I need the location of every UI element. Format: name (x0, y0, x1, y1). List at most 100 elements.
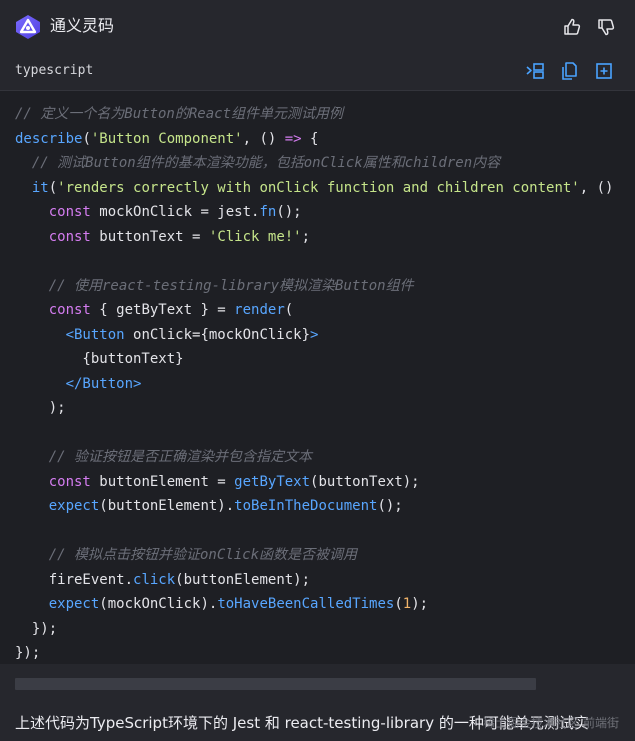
thumbs-down-icon[interactable] (596, 17, 616, 37)
code-line: </Button> (15, 372, 620, 397)
code-line: const mockOnClick = jest.fn(); (15, 200, 620, 225)
watermark: 稀土掘金技术社区 前端街 (483, 716, 619, 730)
code-token: ); (15, 400, 66, 416)
code-line: it('renders correctly with onClick funct… (15, 176, 620, 201)
code-token: 'renders correctly with onClick function… (57, 179, 580, 196)
code-token: toHaveBeenCalledTimes (217, 596, 395, 612)
code-token: (mockOnClick). (99, 596, 218, 612)
code-token: // 模拟点击按钮并验证onClick函数是否被调用 (48, 547, 358, 563)
code-token: fireEvent. (15, 571, 134, 588)
tongyi-lingma-logo (16, 15, 40, 39)
code-content: // 定义一个名为Button的React组件单元测试用例 describe('B… (15, 102, 620, 662)
code-token: , () => { (579, 179, 614, 196)
code-line: {buttonText} (15, 347, 620, 372)
code-block-header: typescript (0, 52, 635, 91)
code-token: ( (48, 179, 58, 196)
code-line: expect(mockOnClick).toHaveBeenCalledTime… (15, 592, 620, 617)
code-token: // 使用react-testing-library模拟渲染Button组件 (48, 277, 414, 294)
code-token: (); (377, 498, 403, 514)
code-token: 1 (402, 596, 412, 612)
code-line: // 模拟点击按钮并验证onClick函数是否被调用 (15, 543, 620, 568)
code-token: (); (276, 204, 302, 220)
code-token: => (284, 130, 302, 147)
code-token: const (48, 473, 91, 490)
code-token: describe (15, 130, 83, 147)
insert-code-icon[interactable] (525, 61, 545, 81)
code-token: getByText (234, 473, 311, 490)
app-title: 通义灵码 (50, 16, 115, 35)
code-token: { getByText } = (90, 302, 235, 318)
code-token: render (234, 302, 285, 318)
app-header: 通义灵码 (0, 0, 635, 52)
code-token: }); (15, 620, 58, 637)
code-token: // 测试Button组件的基本渲染功能，包括onClick属性和childre… (31, 155, 501, 171)
code-token: buttonText = (90, 228, 209, 245)
code-token: ( (82, 130, 91, 147)
code-token: expect (48, 596, 100, 612)
code-token: ; (301, 228, 311, 245)
code-line: describe('Button Component', () => { (15, 127, 620, 152)
code-line: // 使用react-testing-library模拟渲染Button组件 (15, 274, 620, 299)
code-line: const { getByText } = render( (15, 298, 620, 323)
code-line: const buttonText = 'Click me!'; (15, 225, 620, 250)
code-token: expect (48, 498, 100, 514)
code-line: // 测试Button组件的基本渲染功能，包括onClick属性和childre… (15, 151, 620, 176)
code-token: {buttonText} (15, 351, 184, 367)
code-token: (buttonElement). (99, 498, 235, 514)
code-token: ( (394, 596, 403, 612)
code-token: // 验证按钮是否正确渲染并包含指定文本 (48, 449, 313, 465)
code-token: mockOnClick = jest. (90, 204, 260, 220)
code-token: (buttonElement); (175, 571, 311, 588)
copy-icon[interactable] (559, 61, 579, 81)
code-line: <Button onClick={mockOnClick}> (15, 323, 620, 348)
code-token: </Button> (65, 375, 142, 392)
code-token: { (301, 130, 319, 147)
code-line: // 定义一个名为Button的React组件单元测试用例 (15, 102, 620, 127)
code-line: }); (15, 641, 620, 662)
code-language-label: typescript (15, 63, 94, 78)
code-line: const buttonElement = getByText(buttonTe… (15, 470, 620, 495)
code-token: ( (284, 302, 294, 318)
code-line: expect(buttonElement).toBeInTheDocument(… (15, 494, 620, 519)
code-token: toBeInTheDocument (234, 498, 378, 514)
code-token: onClick={mockOnClick} (124, 326, 311, 343)
code-line: }); (15, 617, 620, 642)
code-token: const (48, 228, 91, 245)
code-line: fireEvent.click(buttonElement); (15, 568, 620, 593)
code-token: click (133, 571, 176, 588)
code-token: buttonElement = (90, 473, 235, 490)
code-token: ); (411, 596, 429, 612)
new-file-icon[interactable] (594, 61, 614, 81)
code-token: > (310, 326, 319, 343)
code-token: 'Button Component' (90, 130, 243, 147)
code-token: (buttonText); (310, 473, 420, 490)
code-token: const (48, 302, 91, 318)
code-token: }); (15, 645, 41, 661)
thumbs-up-icon[interactable] (562, 17, 582, 37)
code-token: fn (259, 204, 277, 220)
code-token: // 定义一个名为Button的React组件单元测试用例 (15, 106, 344, 122)
code-token: <Button (65, 326, 125, 343)
code-line: // 验证按钮是否正确渲染并包含指定文本 (15, 445, 620, 470)
code-token: it (31, 179, 49, 196)
code-line: ); (15, 396, 620, 421)
code-token: 'Click me!' (208, 228, 302, 245)
code-token: const (48, 204, 91, 220)
horizontal-scrollbar[interactable] (15, 678, 536, 690)
